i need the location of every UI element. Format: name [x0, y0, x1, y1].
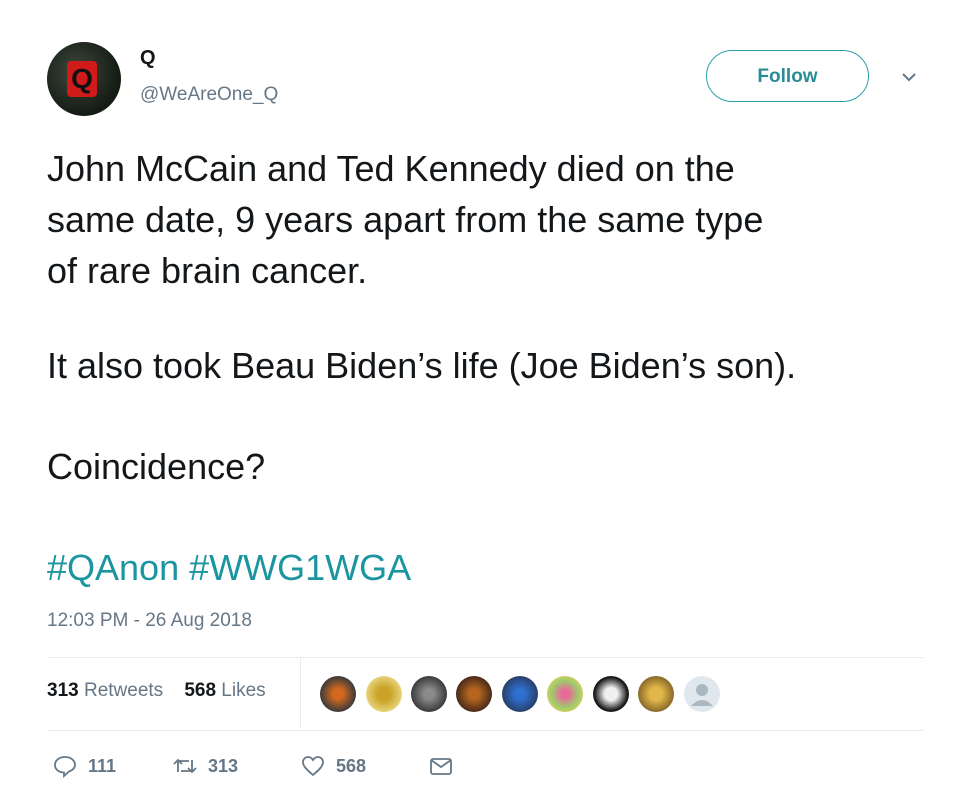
reply-button[interactable]: 111 [52, 753, 116, 779]
tweet-text: John McCain and Ted Kennedy died on the … [47, 143, 937, 296]
direct-message-button[interactable] [428, 753, 454, 779]
tweet-timestamp[interactable]: 12:03 PM - 26 Aug 2018 [47, 610, 252, 632]
liker-avatar[interactable] [320, 676, 356, 712]
follow-button[interactable]: Follow [706, 50, 869, 102]
retweet-count: 313 [208, 755, 239, 776]
author-handle[interactable]: @WeAreOne_Q [140, 84, 278, 106]
tweet-paragraph: Coincidence? [47, 446, 266, 487]
tweet-line: same date, 9 years apart from the same t… [47, 199, 764, 240]
retweet-icon [173, 758, 197, 774]
divider [47, 730, 924, 731]
tweet-stats: 313 Retweets 568 Likes [47, 680, 266, 702]
default-avatar-icon[interactable] [684, 676, 720, 712]
liker-avatar[interactable] [456, 676, 492, 712]
reply-count: 111 [88, 755, 117, 776]
liker-avatar[interactable] [366, 676, 402, 712]
liker-avatar[interactable] [411, 676, 447, 712]
reply-icon [54, 756, 76, 779]
likes-stat[interactable]: 568 Likes [184, 680, 265, 701]
liker-avatar[interactable] [547, 676, 583, 712]
like-count: 568 [336, 755, 367, 776]
chevron-down-icon[interactable] [898, 66, 920, 88]
q-logo-icon: Q [67, 61, 97, 97]
tweet-line: John McCain and Ted Kennedy died on the [47, 148, 735, 189]
retweet-button[interactable]: 313 [172, 753, 238, 779]
tweet-line: of rare brain cancer. [47, 250, 368, 291]
author-avatar[interactable]: Q [47, 42, 121, 116]
retweets-stat[interactable]: 313 Retweets [47, 680, 163, 701]
tweet-paragraph: It also took Beau Biden’s life (Joe Bide… [47, 345, 797, 386]
heart-icon [302, 756, 324, 777]
liker-avatar[interactable] [638, 676, 674, 712]
hashtag-link[interactable]: #QAnon [47, 547, 179, 588]
liker-avatar[interactable] [502, 676, 538, 712]
author-display-name[interactable]: Q [140, 47, 156, 70]
liker-avatar[interactable] [593, 676, 629, 712]
hashtag-link[interactable]: #WWG1WGA [189, 547, 411, 588]
divider [47, 657, 924, 658]
hashtags: #QAnon #WWG1WGA [47, 542, 411, 593]
like-button[interactable]: 568 [300, 753, 366, 779]
envelope-icon [430, 758, 452, 775]
divider [300, 658, 301, 728]
